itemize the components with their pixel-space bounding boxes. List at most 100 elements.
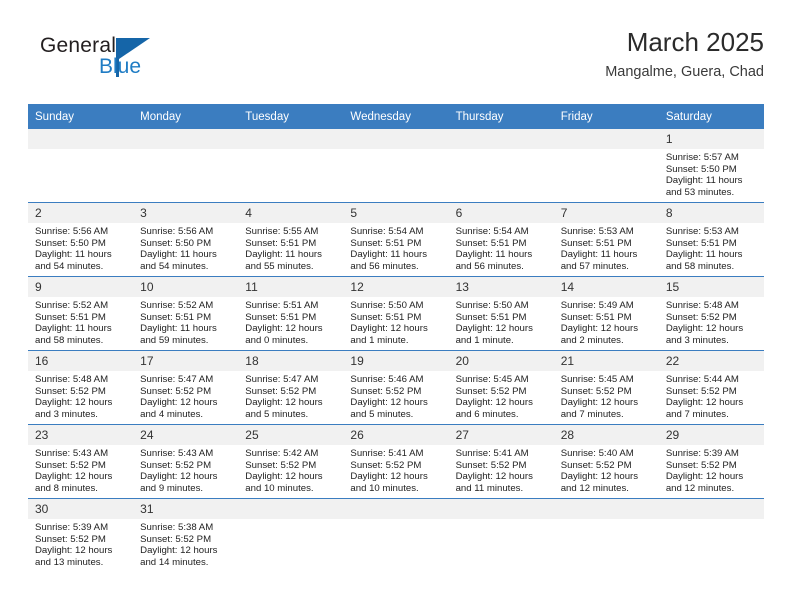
- calendar-day-cell-8[interactable]: 8 Sunrise: 5:53 AM Sunset: 5:51 PM Daylight…: [658, 202, 764, 277]
- calendar-week-row: 1 Sunrise: 5:57 AM Sunset: 5:50 PM Daylight…: [28, 129, 764, 203]
- calendar-day-cell-6[interactable]: 6 Sunrise: 5:54 AM Sunset: 5:51 PM Daylight…: [448, 202, 554, 277]
- daylight-text: Daylight: 11 hours and 58 minutes.: [35, 323, 112, 346]
- calendar-day-cell-empty: [553, 129, 659, 203]
- day-number: [343, 129, 449, 149]
- weekday-header-sunday: Sunday: [28, 104, 134, 129]
- day-details: Sunrise: 5:39 AM Sunset: 5:52 PM Daylight:…: [659, 445, 764, 494]
- calendar-day-cell-1[interactable]: 1 Sunrise: 5:57 AM Sunset: 5:50 PM Daylight…: [658, 129, 764, 203]
- sunrise-text: Sunrise: 5:46 AM: [350, 374, 424, 385]
- sunrise-text: Sunrise: 5:39 AM: [35, 522, 109, 533]
- calendar-day-cell-empty: [448, 498, 554, 572]
- page-title: March 2025: [626, 27, 764, 57]
- daylight-text: Daylight: 12 hours and 7 minutes.: [560, 397, 639, 420]
- day-number: 17: [133, 351, 239, 371]
- sunrise-text: Sunrise: 5:50 AM: [350, 300, 424, 311]
- calendar-day-cell-4[interactable]: 4 Sunrise: 5:55 AM Sunset: 5:51 PM Daylight…: [238, 202, 344, 277]
- day-number: 21: [553, 351, 659, 371]
- calendar-day-cell-22[interactable]: 22 Sunrise: 5:44 AM Sunset: 5:52 PM Dayligh…: [658, 350, 764, 425]
- day-number: 4: [238, 203, 344, 223]
- sunset-text: Sunset: 5:51 PM: [245, 237, 317, 249]
- day-number: 29: [658, 425, 764, 445]
- calendar-day-cell-9[interactable]: 9 Sunrise: 5:52 AM Sunset: 5:51 PM Daylight…: [28, 276, 134, 351]
- page-header: General Blue March 2025 Mangalme, Guera,…: [28, 26, 764, 92]
- calendar-day-cell-2[interactable]: 2 Sunrise: 5:56 AM Sunset: 5:50 PM Daylight…: [28, 202, 134, 277]
- calendar-day-cell-7[interactable]: 7 Sunrise: 5:53 AM Sunset: 5:51 PM Daylight…: [553, 202, 659, 277]
- calendar-day-cell-empty: [553, 498, 659, 572]
- calendar-day-cell-18[interactable]: 18 Sunrise: 5:47 AM Sunset: 5:52 PM Dayligh…: [238, 350, 344, 425]
- calendar-page: General Blue March 2025 Mangalme, Guera,…: [0, 0, 792, 612]
- calendar-day-cell-empty: [448, 129, 554, 203]
- weekday-header-monday: Monday: [133, 104, 239, 129]
- calendar-day-cell-30[interactable]: 30 Sunrise: 5:39 AM Sunset: 5:52 PM Dayligh…: [28, 498, 134, 572]
- day-number: [448, 499, 554, 519]
- day-details: Sunrise: 5:50 AM Sunset: 5:51 PM Daylight:…: [449, 297, 554, 346]
- weekday-header-wednesday: Wednesday: [343, 104, 449, 129]
- day-number: 26: [343, 425, 449, 445]
- calendar-day-cell-10[interactable]: 10 Sunrise: 5:52 AM Sunset: 5:51 PM Dayligh…: [133, 276, 239, 351]
- day-details: Sunrise: 5:48 AM Sunset: 5:52 PM Daylight:…: [659, 297, 764, 346]
- sunset-text: Sunset: 5:52 PM: [455, 459, 527, 471]
- day-details: Sunrise: 5:56 AM Sunset: 5:50 PM Daylight:…: [28, 223, 133, 272]
- calendar-day-cell-27[interactable]: 27 Sunrise: 5:41 AM Sunset: 5:52 PM Dayligh…: [448, 424, 554, 499]
- day-number: [553, 499, 659, 519]
- day-details: Sunrise: 5:41 AM Sunset: 5:52 PM Daylight:…: [343, 445, 448, 494]
- sunset-text: Sunset: 5:51 PM: [245, 311, 317, 323]
- calendar-day-cell-26[interactable]: 26 Sunrise: 5:41 AM Sunset: 5:52 PM Dayligh…: [343, 424, 449, 499]
- day-details: Sunrise: 5:47 AM Sunset: 5:52 PM Daylight:…: [133, 371, 238, 420]
- calendar-day-cell-17[interactable]: 17 Sunrise: 5:47 AM Sunset: 5:52 PM Dayligh…: [133, 350, 239, 425]
- sunset-text: Sunset: 5:51 PM: [350, 237, 422, 249]
- calendar-day-cell-28[interactable]: 28 Sunrise: 5:40 AM Sunset: 5:52 PM Dayligh…: [553, 424, 659, 499]
- calendar-day-cell-15[interactable]: 15 Sunrise: 5:48 AM Sunset: 5:52 PM Dayligh…: [658, 276, 764, 351]
- calendar-week-row: 16 Sunrise: 5:48 AM Sunset: 5:52 PM Dayligh…: [28, 350, 764, 425]
- calendar-header-row: Sunday Monday Tuesday Wednesday Thursday Frid…: [28, 104, 764, 129]
- weekday-header-tuesday: Tuesday: [238, 104, 344, 129]
- calendar-day-cell-empty: [28, 129, 134, 203]
- weekday-header-saturday: Saturday: [658, 104, 764, 129]
- sunset-text: Sunset: 5:52 PM: [140, 385, 212, 397]
- calendar-day-cell-19[interactable]: 19 Sunrise: 5:46 AM Sunset: 5:52 PM Dayligh…: [343, 350, 449, 425]
- calendar-day-cell-20[interactable]: 20 Sunrise: 5:45 AM Sunset: 5:52 PM Dayligh…: [448, 350, 554, 425]
- daylight-text: Daylight: 12 hours and 5 minutes.: [350, 397, 428, 420]
- calendar-day-cell-empty: [658, 498, 764, 572]
- sunrise-text: Sunrise: 5:50 AM: [455, 300, 529, 311]
- sunrise-text: Sunrise: 5:56 AM: [35, 226, 109, 237]
- calendar-day-cell-3[interactable]: 3 Sunrise: 5:56 AM Sunset: 5:50 PM Daylight…: [133, 202, 239, 277]
- sunset-text: Sunset: 5:52 PM: [140, 459, 212, 471]
- calendar-day-cell-12[interactable]: 12 Sunrise: 5:50 AM Sunset: 5:51 PM Dayligh…: [343, 276, 449, 351]
- day-details: Sunrise: 5:54 AM Sunset: 5:51 PM Daylight:…: [343, 223, 448, 272]
- calendar-day-cell-25[interactable]: 25 Sunrise: 5:42 AM Sunset: 5:52 PM Dayligh…: [238, 424, 344, 499]
- calendar-day-cell-31[interactable]: 31 Sunrise: 5:38 AM Sunset: 5:52 PM Dayligh…: [133, 498, 239, 572]
- sunset-text: Sunset: 5:51 PM: [35, 311, 106, 323]
- calendar-day-cell-24[interactable]: 24 Sunrise: 5:43 AM Sunset: 5:52 PM Dayligh…: [133, 424, 239, 499]
- day-number: 19: [343, 351, 449, 371]
- sunrise-text: Sunrise: 5:45 AM: [560, 374, 634, 385]
- calendar-day-cell-13[interactable]: 13 Sunrise: 5:50 AM Sunset: 5:51 PM Dayligh…: [448, 276, 554, 351]
- calendar-day-cell-14[interactable]: 14 Sunrise: 5:49 AM Sunset: 5:51 PM Dayligh…: [553, 276, 659, 351]
- sunset-text: Sunset: 5:52 PM: [35, 459, 106, 471]
- daylight-text: Daylight: 12 hours and 14 minutes.: [140, 545, 218, 568]
- calendar-week-row: 23 Sunrise: 5:43 AM Sunset: 5:52 PM Dayligh…: [28, 424, 764, 499]
- sunrise-text: Sunrise: 5:48 AM: [665, 300, 739, 311]
- calendar-day-cell-16[interactable]: 16 Sunrise: 5:48 AM Sunset: 5:52 PM Dayligh…: [28, 350, 134, 425]
- calendar-day-cell-21[interactable]: 21 Sunrise: 5:45 AM Sunset: 5:52 PM Dayligh…: [553, 350, 659, 425]
- calendar-day-cell-29[interactable]: 29 Sunrise: 5:39 AM Sunset: 5:52 PM Dayligh…: [658, 424, 764, 499]
- calendar-day-cell-11[interactable]: 11 Sunrise: 5:51 AM Sunset: 5:51 PM Dayligh…: [238, 276, 344, 351]
- sunset-text: Sunset: 5:52 PM: [35, 385, 106, 397]
- calendar-day-cell-23[interactable]: 23 Sunrise: 5:43 AM Sunset: 5:52 PM Dayligh…: [28, 424, 134, 499]
- daylight-text: Daylight: 11 hours and 58 minutes.: [665, 249, 743, 272]
- sunset-text: Sunset: 5:52 PM: [245, 459, 317, 471]
- day-number: 24: [133, 425, 239, 445]
- sunset-text: Sunset: 5:51 PM: [350, 311, 422, 323]
- daylight-text: Daylight: 12 hours and 11 minutes.: [455, 471, 533, 494]
- general-blue-logo[interactable]: General Blue: [40, 34, 220, 88]
- day-number: 1: [658, 129, 764, 149]
- day-details: Sunrise: 5:53 AM Sunset: 5:51 PM Daylight:…: [554, 223, 659, 272]
- day-number: 18: [238, 351, 344, 371]
- calendar-day-cell-empty: [238, 498, 344, 572]
- day-number: 5: [343, 203, 449, 223]
- day-number: 22: [658, 351, 764, 371]
- day-details: Sunrise: 5:39 AM Sunset: 5:52 PM Daylight:…: [28, 519, 133, 568]
- calendar-day-cell-5[interactable]: 5 Sunrise: 5:54 AM Sunset: 5:51 PM Daylight…: [343, 202, 449, 277]
- day-details: Sunrise: 5:45 AM Sunset: 5:52 PM Daylight:…: [554, 371, 659, 420]
- sunrise-text: Sunrise: 5:48 AM: [35, 374, 109, 385]
